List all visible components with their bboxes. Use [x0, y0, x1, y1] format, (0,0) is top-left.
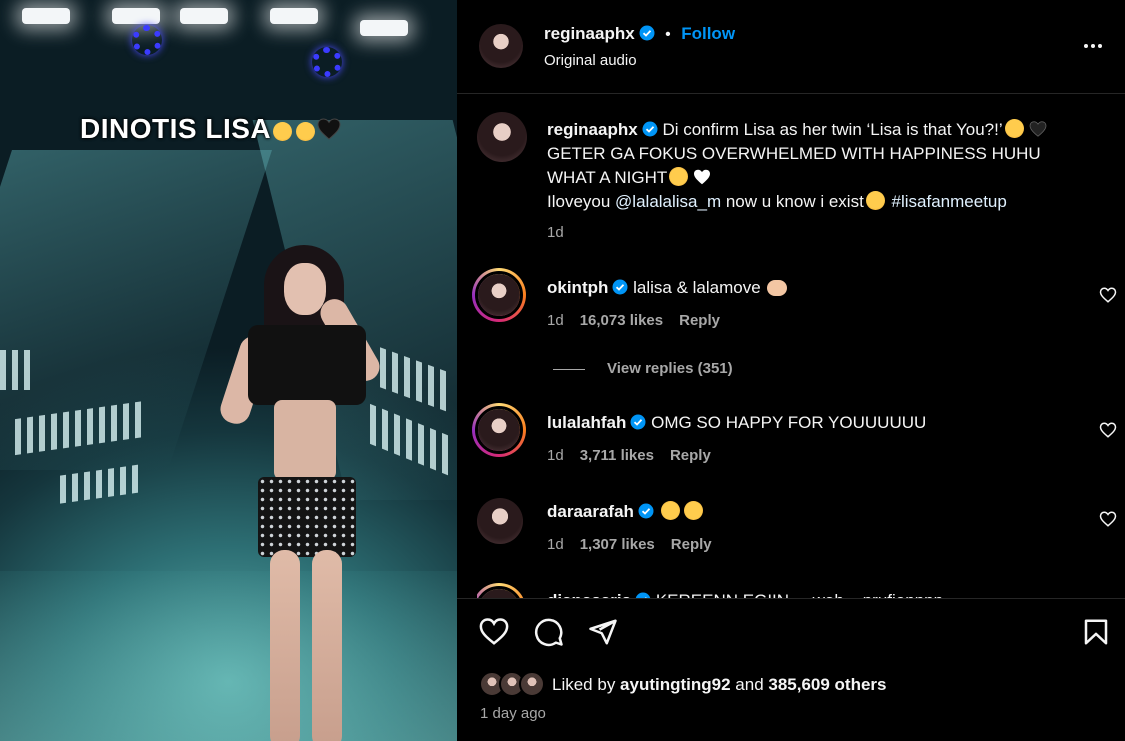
stage-light — [180, 8, 228, 24]
commenter-avatar[interactable] — [477, 498, 523, 544]
comment-likes[interactable]: 3,711 likes — [580, 447, 654, 464]
like-comment-heart-icon[interactable] — [1099, 286, 1117, 304]
post-actions-footer: Liked by ayutingting92 and 385,609 other… — [457, 598, 1125, 741]
comment-likes[interactable]: 1,307 likes — [580, 536, 655, 553]
comment-meta: 1d 1,307 likes Reply — [547, 536, 712, 553]
more-horizontal-icon[interactable] — [1081, 34, 1105, 58]
comment-item: okintph lalisa & lalamove 1d 16,073 likes… — [472, 268, 1117, 332]
liked-by-text: Liked by ayutingting92 and 385,609 other… — [552, 675, 887, 694]
author-avatar[interactable] — [479, 24, 523, 68]
caption-author-avatar[interactable] — [477, 112, 527, 162]
black-heart-icon — [317, 118, 341, 140]
commenter-username[interactable]: okintph — [547, 278, 608, 297]
comment-text: lulalahfah OMG SO HAPPY FOR YOUUUUUU — [547, 413, 927, 432]
video-overlay-text: DINOTIS LISA — [80, 113, 341, 145]
verified-badge-icon — [638, 503, 654, 519]
comment-meta: 1d 16,073 likes Reply — [547, 312, 720, 329]
like-comment-heart-icon[interactable] — [1099, 510, 1117, 528]
hashtag-link[interactable]: #lisafanmeetup — [887, 192, 1007, 211]
comment-item: lulalahfah OMG SO HAPPY FOR YOUUUUUU 1d 3… — [472, 403, 1117, 467]
separator-dot: • — [665, 26, 671, 43]
verified-badge-icon — [639, 25, 655, 41]
stage-light — [360, 20, 408, 36]
comment-meta: 1d 3,711 likes Reply — [547, 447, 711, 464]
caption-username[interactable]: reginaaphx — [547, 120, 638, 139]
performer — [216, 245, 390, 741]
heart-hands-icon — [767, 280, 788, 296]
liker-avatar[interactable] — [519, 671, 545, 697]
stage-light — [112, 8, 160, 24]
comment-likes[interactable]: 16,073 likes — [580, 312, 663, 329]
caption-time: 1d — [547, 224, 564, 241]
comment-item: daraarafah 1d 1,307 likes Reply — [477, 498, 1117, 558]
post-sidebar: reginaaphx • Follow Original audio regin… — [457, 0, 1125, 741]
share-send-icon[interactable] — [588, 617, 618, 647]
save-bookmark-icon[interactable] — [1081, 617, 1111, 647]
stage-ring-light — [132, 25, 162, 55]
caption-text: reginaaphx Di confirm Lisa as her twin ‘… — [547, 118, 1067, 214]
commenter-username[interactable]: daraarafah — [547, 502, 634, 521]
pleading-face-icon — [669, 167, 689, 186]
caption-meta: 1d — [547, 224, 580, 241]
comment-text: okintph lalisa & lalamove — [547, 276, 1067, 300]
commenter-avatar[interactable] — [472, 403, 526, 457]
comment-bubble-icon[interactable] — [534, 617, 564, 647]
post-header: reginaaphx • Follow Original audio — [457, 0, 1125, 94]
commenter-avatar[interactable] — [472, 268, 526, 322]
black-heart-icon — [1029, 121, 1046, 137]
stage-light — [22, 8, 70, 24]
loudly-crying-face-icon — [1004, 119, 1024, 138]
post-timestamp[interactable]: 1 day ago — [480, 705, 546, 722]
heart-eyes-icon — [660, 501, 680, 520]
led-panel — [60, 464, 140, 504]
reply-button[interactable]: Reply — [670, 447, 711, 464]
heart-eyes-icon — [683, 501, 703, 520]
stage-ring-light — [312, 47, 342, 77]
led-panel — [0, 350, 30, 390]
commenter-username[interactable]: lulalahfah — [547, 413, 626, 432]
audio-label[interactable]: Original audio — [544, 52, 637, 69]
verified-badge-icon — [612, 279, 628, 295]
author-username[interactable]: reginaaphx — [544, 24, 635, 43]
verified-badge-icon — [630, 414, 646, 430]
reel-video[interactable]: DINOTIS LISA — [0, 0, 457, 741]
reply-button[interactable]: Reply — [679, 312, 720, 329]
verified-badge-icon — [642, 121, 658, 137]
mention-link[interactable]: @lalalalisa_m — [615, 192, 721, 211]
like-heart-icon[interactable] — [479, 617, 509, 647]
weary-face-icon — [296, 122, 316, 141]
liked-by-others-link[interactable]: 385,609 others — [768, 675, 886, 694]
comment-text: daraarafah — [547, 500, 1067, 524]
view-replies-button[interactable]: View replies (351) — [553, 360, 733, 377]
white-heart-icon — [694, 169, 711, 185]
weary-face-icon — [865, 191, 885, 210]
follow-button[interactable]: Follow — [681, 24, 735, 43]
stage-light — [270, 8, 318, 24]
loudly-crying-face-icon — [273, 122, 293, 141]
liked-by-user-link[interactable]: ayutingting92 — [620, 675, 731, 694]
post-caption: reginaaphx Di confirm Lisa as her twin ‘… — [477, 112, 1117, 248]
reply-button[interactable]: Reply — [671, 536, 712, 553]
like-comment-heart-icon[interactable] — [1099, 421, 1117, 439]
